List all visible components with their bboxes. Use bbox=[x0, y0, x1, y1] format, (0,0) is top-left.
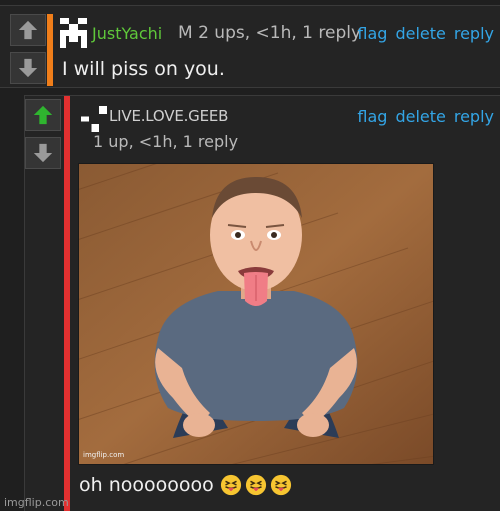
man-with-tongue-out-image bbox=[78, 163, 434, 465]
flag-link[interactable]: flag bbox=[357, 107, 387, 126]
tongue-face-emoji bbox=[270, 474, 292, 496]
site-watermark: imgflip.com bbox=[4, 496, 69, 509]
flag-link[interactable]: flag bbox=[357, 24, 387, 43]
down-arrow-icon bbox=[33, 143, 53, 163]
tongue-face-emoji bbox=[220, 474, 242, 496]
downvote-button[interactable] bbox=[10, 52, 46, 84]
username[interactable]: JustYachi bbox=[92, 24, 162, 43]
up-arrow-icon bbox=[18, 20, 38, 40]
upvote-button[interactable] bbox=[25, 99, 61, 131]
caption-emojis bbox=[220, 474, 292, 496]
delete-link[interactable]: delete bbox=[395, 107, 445, 126]
image-watermark: imgflip.com bbox=[83, 451, 125, 459]
comment-text: I will piss on you. bbox=[62, 58, 225, 80]
reply-link[interactable]: reply bbox=[454, 107, 494, 126]
comment-caption: oh noooooooo bbox=[79, 474, 292, 496]
user-avatar-icon[interactable] bbox=[81, 106, 107, 132]
username[interactable]: LIVE.LOVE.GEEB bbox=[109, 107, 228, 125]
comment-actions: flag delete reply bbox=[357, 107, 494, 126]
delete-link[interactable]: delete bbox=[395, 24, 445, 43]
vote-controls bbox=[25, 99, 61, 169]
meme-image[interactable]: imgflip.com bbox=[78, 163, 434, 465]
comment-meta: M 2 ups, <1h, 1 reply bbox=[178, 23, 362, 43]
caption-text: oh noooooooo bbox=[79, 474, 214, 496]
comment-2: LIVE.LOVE.GEEB 1 up, <1h, 1 reply flag d… bbox=[24, 95, 500, 511]
comment-accent-bar bbox=[64, 96, 70, 511]
up-arrow-icon bbox=[33, 105, 53, 125]
vote-controls bbox=[10, 14, 46, 84]
comment-actions: flag delete reply bbox=[357, 24, 494, 43]
user-avatar-icon[interactable] bbox=[60, 18, 87, 48]
down-arrow-icon bbox=[18, 58, 38, 78]
tongue-face-emoji bbox=[245, 474, 267, 496]
reply-link[interactable]: reply bbox=[454, 24, 494, 43]
comment-meta: 1 up, <1h, 1 reply bbox=[93, 132, 239, 151]
downvote-button[interactable] bbox=[25, 137, 61, 169]
comment-accent-bar bbox=[47, 14, 53, 86]
comment-1: JustYachi M 2 ups, <1h, 1 reply flag del… bbox=[0, 5, 500, 88]
upvote-button[interactable] bbox=[10, 14, 46, 46]
